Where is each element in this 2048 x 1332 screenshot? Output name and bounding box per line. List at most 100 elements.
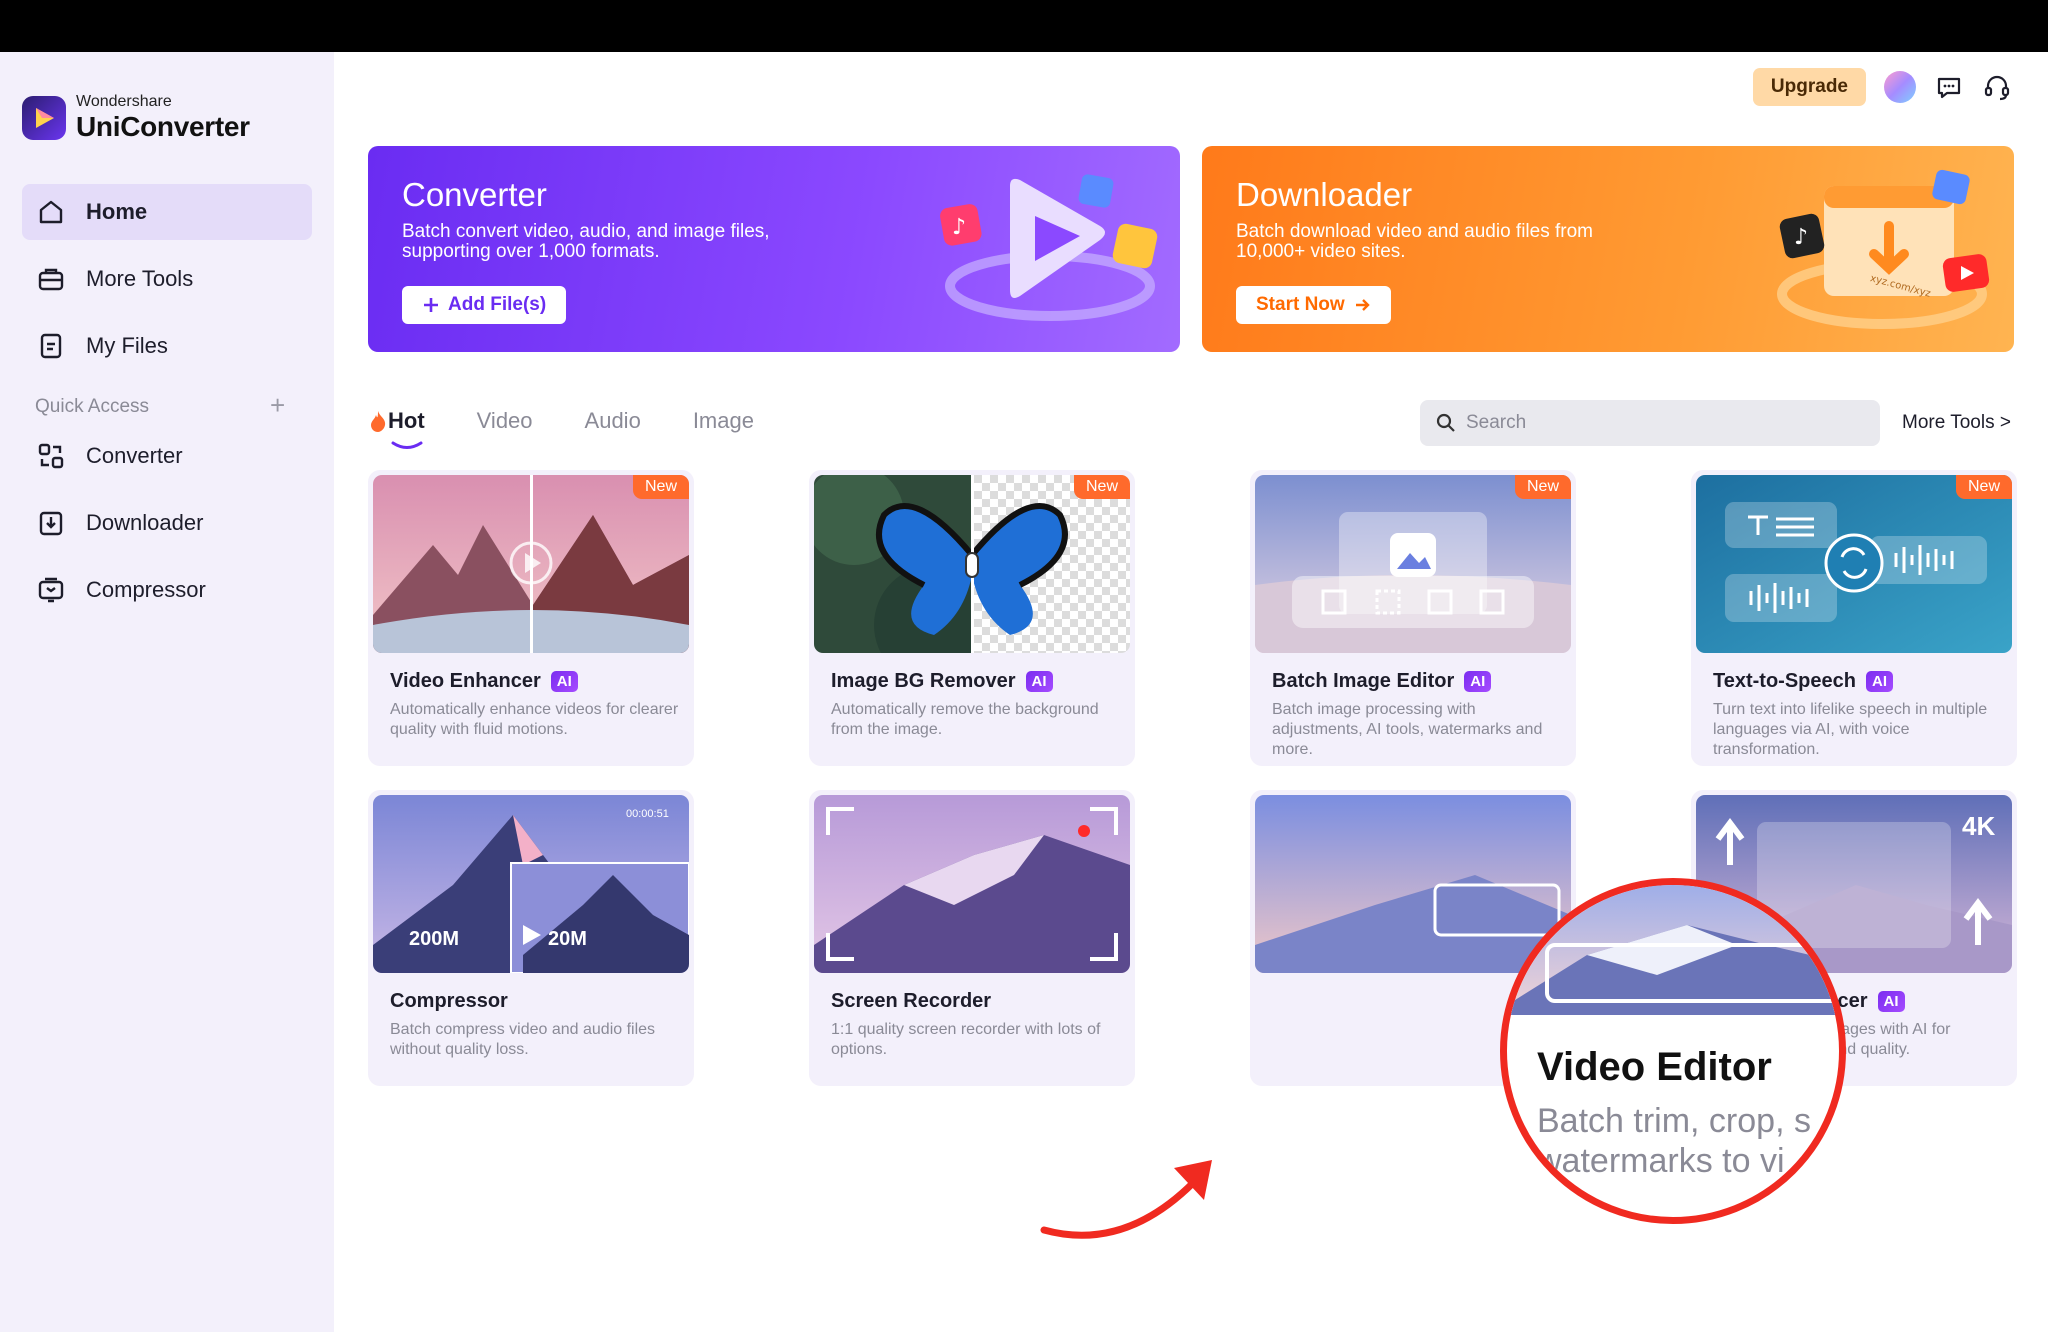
card-title-text: Screen Recorder — [831, 990, 992, 1012]
card-desc: Automatically remove the background from… — [831, 701, 1099, 738]
new-badge: New — [1073, 475, 1130, 499]
start-now-button[interactable]: Start Now — [1236, 286, 1391, 324]
compressor-icon — [38, 577, 64, 603]
text-to-speech-thumbnail — [1696, 475, 2012, 653]
downloader-banner-title: Downloader — [1236, 176, 1413, 213]
arrow-right-icon — [1355, 299, 1370, 311]
window-titlebar — [0, 0, 2048, 52]
sidebar-item-more-tools[interactable]: More Tools — [22, 251, 312, 307]
sidebar-item-label: Downloader — [86, 510, 204, 535]
tab-active-indicator — [391, 441, 423, 449]
more-tools-link[interactable]: More Tools > — [1902, 412, 2011, 434]
sidebar-item-home[interactable]: Home — [22, 184, 312, 240]
svg-text:♪: ♪ — [1794, 225, 1808, 250]
card-title-text: Video Enhancer — [390, 670, 541, 692]
download-icon — [39, 511, 63, 536]
sidebar-item-label: More Tools — [86, 266, 194, 291]
home-icon — [39, 200, 63, 224]
card-title: Video Enhancer AI — [390, 670, 578, 693]
brand-company: Wondershare — [76, 93, 172, 110]
sidebar-item-label: Compressor — [86, 577, 206, 602]
plus-icon — [424, 298, 438, 312]
tool-card-video-enhancer[interactable]: New Video Enhancer AI Automatically enhan… — [368, 470, 694, 766]
downloader-banner[interactable]: Downloader Batch download video and audi… — [1202, 146, 2014, 352]
sidebar-item-label: Home — [86, 199, 148, 224]
toolbox-icon — [38, 268, 64, 291]
sidebar-item-downloader[interactable]: Downloader — [22, 495, 312, 551]
card-title-text: Compressor — [390, 990, 508, 1012]
tool-card-image-bg-remover[interactable]: New Image BG Remover AI Automatically rem… — [809, 470, 1135, 766]
card-title: Image BG Remover AI — [831, 670, 1053, 693]
compressor-timestamp: 00:00:51 — [626, 808, 669, 820]
avatar[interactable] — [1884, 71, 1916, 103]
sidebar-item-compressor[interactable]: Compressor — [22, 562, 312, 618]
converter-banner-title: Converter — [402, 176, 547, 213]
tool-card-screen-recorder[interactable]: Screen Recorder 1:1 quality screen recor… — [809, 790, 1135, 1086]
quick-access-add-button[interactable]: + — [270, 390, 285, 421]
card-desc: Turn text into lifelike speech in multip… — [1713, 701, 1988, 758]
upgrade-button[interactable]: Upgrade — [1752, 68, 1866, 106]
tool-card-text-to-speech[interactable]: New Text-to-Speech AI Turn text into life… — [1691, 470, 2017, 766]
card-title-text: Batch Image Editor — [1272, 670, 1455, 692]
tab-video[interactable]: Video — [477, 408, 533, 434]
card-desc: 1:1 quality screen recorder with lots of… — [831, 1021, 1101, 1058]
compressor-thumbnail: 200M 20M 00:00:51 — [373, 795, 689, 973]
card-desc: Automatically enhance videos for clearer… — [390, 701, 679, 738]
new-badge: New — [1955, 475, 2012, 499]
downloader-banner-desc: Batch download video and audio files fro… — [1236, 221, 1594, 262]
converter-banner-desc: Batch convert video, audio, and image fi… — [402, 221, 770, 262]
screen-recorder-thumbnail — [814, 795, 1130, 973]
batch-image-editor-thumbnail — [1255, 475, 1571, 653]
card-title: Text-to-Speech AI — [1713, 670, 1893, 693]
ai-badge: AI — [1865, 671, 1893, 692]
file-icon — [40, 333, 62, 359]
tab-image[interactable]: Image — [693, 408, 754, 434]
converter-banner[interactable]: Converter Batch convert video, audio, an… — [368, 146, 1180, 352]
ai-badge: AI — [550, 671, 578, 692]
tab-hot[interactable]: Hot — [368, 408, 425, 449]
header-actions: Upgrade — [1752, 68, 2012, 106]
search-icon — [1436, 413, 1455, 432]
new-badge: New — [632, 475, 689, 499]
card-title-text: Text-to-Speech — [1713, 670, 1856, 692]
headset-icon[interactable] — [1982, 72, 2012, 102]
ai-badge: AI — [1464, 671, 1492, 692]
svg-text:♪: ♪ — [952, 215, 966, 240]
card-title: Screen Recorder — [831, 990, 991, 1013]
size-before: 200M — [409, 928, 459, 950]
resolution-badge: 4K — [1962, 811, 1995, 841]
uniconverter-logo-icon — [22, 95, 66, 140]
magnified-title: Video Editor — [1537, 1045, 1772, 1089]
card-title: Compressor — [390, 990, 508, 1013]
fire-icon — [371, 411, 386, 432]
app-logo: Wondershare UniConverter — [22, 94, 250, 141]
highlight-magnifier: Video Editor Batch trim, crop, s waterma… — [1500, 878, 1846, 1224]
size-after: 20M — [548, 928, 587, 950]
tab-label: Hot — [388, 408, 425, 433]
card-desc: Batch image processing with adjustments,… — [1272, 701, 1543, 758]
tool-card-batch-image-editor[interactable]: New Batch Image Editor AI Batch image pro… — [1250, 470, 1576, 766]
search-input[interactable] — [1466, 412, 1846, 434]
video-enhancer-thumbnail — [373, 475, 689, 653]
sidebar-item-label: Converter — [86, 443, 183, 468]
annotation-arrow-icon — [1040, 1160, 1212, 1239]
search-box[interactable] — [1420, 400, 1880, 446]
add-files-button[interactable]: Add File(s) — [402, 286, 567, 324]
add-files-label: Add File(s) — [448, 294, 547, 315]
sidebar-item-my-files[interactable]: My Files — [22, 318, 312, 374]
chat-icon[interactable] — [1934, 72, 1964, 102]
category-tabs: Hot Video Audio Image — [368, 408, 806, 449]
tab-audio[interactable]: Audio — [585, 408, 641, 434]
tool-card-compressor[interactable]: 200M 20M 00:00:51 Compressor Batch compr… — [368, 790, 694, 1086]
ai-badge: AI — [1877, 991, 1905, 1012]
ai-badge: AI — [1025, 671, 1053, 692]
card-title-text: Image BG Remover — [831, 670, 1016, 692]
quick-access-label: Quick Access — [35, 396, 150, 417]
new-badge: New — [1514, 475, 1571, 499]
app-window: Wondershare UniConverter Home More Tools… — [0, 52, 2048, 1332]
magnified-desc: Batch trim, crop, s watermarks to vi — [1537, 1101, 1811, 1181]
brand-product: UniConverter — [76, 111, 250, 142]
converter-icon — [38, 443, 64, 469]
image-bg-remover-thumbnail — [814, 475, 1130, 653]
sidebar-item-converter[interactable]: Converter — [22, 428, 312, 484]
